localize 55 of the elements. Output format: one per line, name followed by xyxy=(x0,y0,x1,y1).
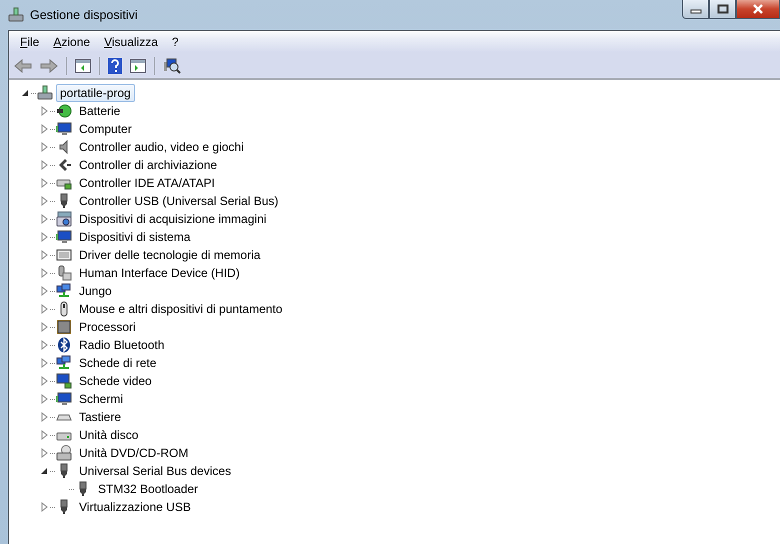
tree-item[interactable]: Schede di rete xyxy=(75,354,160,372)
bluetooth-icon xyxy=(56,337,72,353)
forward-arrow-icon xyxy=(40,58,58,72)
battery-icon xyxy=(56,103,72,119)
network-icon xyxy=(56,283,72,299)
tree-item[interactable]: Controller audio, video e giochi xyxy=(75,138,248,156)
tree-item[interactable]: Dispositivi di sistema xyxy=(75,228,194,246)
help-icon xyxy=(108,58,122,74)
computer-icon xyxy=(8,7,24,23)
tree-item[interactable]: Driver delle tecnologie di memoria xyxy=(75,246,264,264)
display-adapter-icon xyxy=(56,373,72,389)
back-arrow-icon xyxy=(14,58,32,72)
minimize-button[interactable] xyxy=(682,0,709,19)
tree-item[interactable]: Controller di archiviazione xyxy=(75,156,222,174)
window-pane-icon xyxy=(75,58,91,72)
tree-item[interactable]: Unità disco xyxy=(75,426,142,444)
memory-card-icon xyxy=(56,247,72,263)
dvd-drive-icon xyxy=(56,445,72,461)
close-button[interactable] xyxy=(736,0,780,19)
tree-item[interactable]: Controller USB (Universal Serial Bus) xyxy=(75,192,282,210)
menu-item[interactable]: ? xyxy=(164,32,186,50)
tree-item[interactable]: Processori xyxy=(75,318,140,336)
monitor-icon xyxy=(56,229,72,245)
tree-item[interactable]: Jungo xyxy=(75,282,116,300)
tree-item[interactable]: Universal Serial Bus devices xyxy=(75,462,236,480)
tree-item[interactable]: Human Interface Device (HID) xyxy=(75,264,244,282)
tree-item[interactable]: Radio Bluetooth xyxy=(75,336,168,354)
tree-item[interactable]: Dispositivi di acquisizione immagini xyxy=(75,210,270,228)
tree-item[interactable]: Schermi xyxy=(75,390,128,408)
chip-icon xyxy=(56,319,72,335)
tree-item[interactable]: Tastiere xyxy=(75,408,126,426)
tree-item[interactable]: Schede video xyxy=(75,372,156,390)
tree-item[interactable]: Batterie xyxy=(75,102,124,120)
maximize-icon xyxy=(716,4,728,14)
window-pane-icon xyxy=(130,58,146,72)
tree-item[interactable]: Computer xyxy=(75,120,136,138)
tree-item[interactable]: portatile-prog xyxy=(56,84,135,102)
tree-item[interactable]: STM32 Bootloader xyxy=(94,480,202,498)
camera-icon xyxy=(56,211,72,227)
window-title: Gestione dispositivi xyxy=(30,8,138,22)
menu-item[interactable]: File xyxy=(13,32,46,50)
monitor-icon xyxy=(56,391,72,407)
monitor-icon xyxy=(56,121,72,137)
tree-item[interactable]: Controller IDE ATA/ATAPI xyxy=(75,174,219,192)
hid-icon xyxy=(56,265,72,281)
tree-item[interactable]: Virtualizzazione USB xyxy=(75,498,195,516)
menu-item[interactable]: Azione xyxy=(46,32,98,50)
maximize-button[interactable] xyxy=(709,0,736,19)
tree-item[interactable]: Mouse e altri dispositivi di puntamento xyxy=(75,300,286,318)
tree-item[interactable]: Unità DVD/CD-ROM xyxy=(75,444,192,462)
magnifier-monitor-icon xyxy=(163,58,181,74)
close-icon xyxy=(751,4,765,14)
computer-icon xyxy=(37,85,53,101)
menu-item[interactable]: Visualizza xyxy=(97,32,165,50)
network-icon xyxy=(56,355,72,371)
